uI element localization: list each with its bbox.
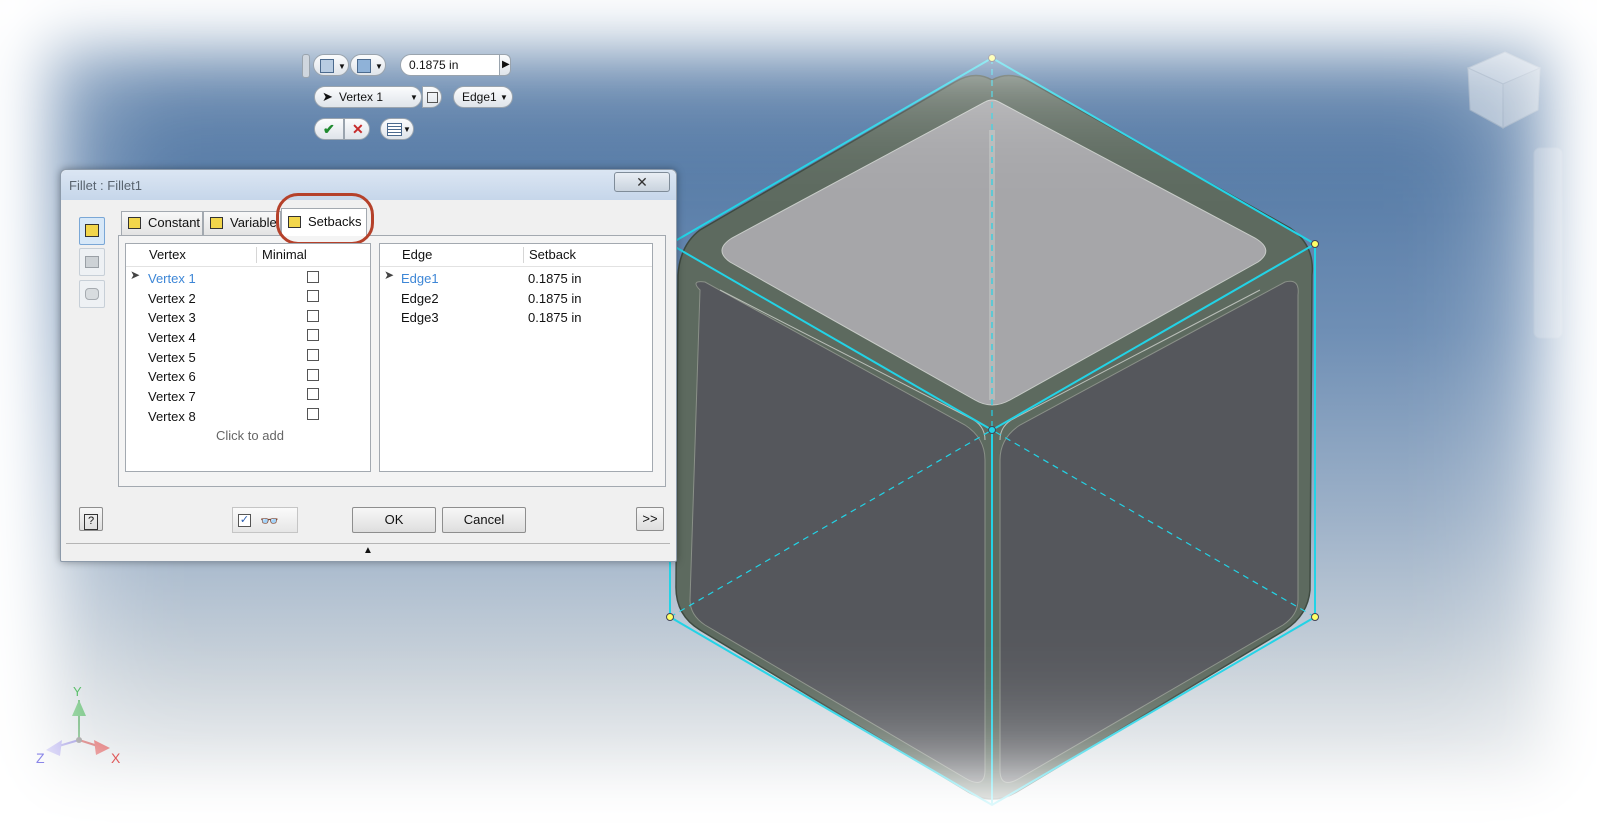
- full-round-icon: [85, 288, 99, 300]
- tab-variable[interactable]: Variable: [203, 211, 281, 235]
- vertex-column-header[interactable]: Vertex: [149, 244, 186, 266]
- row-pointer-icon: ➤: [384, 268, 395, 282]
- minimal-checkbox-2[interactable]: [307, 290, 319, 302]
- ok-button-label: OK: [384, 512, 404, 527]
- toolbar-grip[interactable]: [302, 54, 310, 78]
- help-icon: ?: [84, 514, 98, 530]
- edge-row-3[interactable]: Edge3: [401, 310, 439, 326]
- setback-value-1[interactable]: 0.1875 in: [528, 271, 582, 287]
- edge-fillet-icon: [85, 224, 99, 237]
- preview-toggle[interactable]: ✓ 👓: [232, 507, 298, 533]
- axis-triad: [46, 700, 110, 756]
- checkmark-icon: ✔: [323, 121, 335, 137]
- cursor-icon: ➤: [322, 89, 333, 104]
- viewcube: [1466, 51, 1542, 129]
- dropdown-arrow-icon: ▼: [500, 93, 508, 102]
- axis-label-x: X: [111, 750, 121, 766]
- setback-column-header[interactable]: Setback: [529, 244, 576, 266]
- vertex-table[interactable]: Vertex Minimal ➤ Vertex 1 Vertex 2 Verte…: [125, 243, 371, 472]
- checkbox-icon: [427, 92, 438, 103]
- radius-value-text: 0.1875 in: [409, 58, 459, 72]
- cancel-button[interactable]: Cancel: [442, 507, 526, 533]
- setback-value-2[interactable]: 0.1875 in: [528, 291, 582, 307]
- dialog-titlebar[interactable]: Fillet : Fillet1 ✕: [61, 170, 676, 200]
- dialog-expand-bar[interactable]: ▲: [66, 543, 670, 558]
- mini-toolbar: ▼ ▼ 0.1875 in ▶ ➤ Vertex 1 ▼ Edge1 ▼ ✔ ✕…: [300, 52, 520, 144]
- solid-icon: [320, 59, 334, 73]
- minimal-checkbox-3[interactable]: [307, 310, 319, 322]
- edge-row-2[interactable]: Edge2: [401, 291, 439, 307]
- radius-value-input[interactable]: 0.1875 in: [400, 54, 500, 76]
- more-options-button[interactable]: >>: [636, 507, 664, 531]
- row-pointer-icon: ➤: [130, 268, 141, 282]
- minimal-checkbox-5[interactable]: [307, 349, 319, 361]
- navigation-bar: [1533, 147, 1563, 339]
- cancel-x-button[interactable]: ✕: [344, 118, 370, 140]
- tab-variable-label: Variable: [230, 215, 277, 230]
- vertex-select-dropdown[interactable]: ➤ Vertex 1 ▼: [314, 86, 422, 108]
- setbacks-tab-highlight-ring: [276, 193, 374, 245]
- tab-constant-label: Constant: [148, 215, 201, 230]
- face-fillet-mode-button[interactable]: [79, 248, 105, 276]
- more-options-label: >>: [642, 511, 658, 526]
- close-button[interactable]: ✕: [614, 172, 670, 192]
- vertex-row-5[interactable]: Vertex 5: [148, 350, 196, 366]
- ok-button[interactable]: OK: [352, 507, 436, 533]
- solid-select-button[interactable]: ▼: [313, 54, 349, 76]
- full-round-fillet-mode-button[interactable]: [79, 280, 105, 308]
- edge-row-1[interactable]: Edge1: [401, 271, 439, 287]
- minimal-checkbox-6[interactable]: [307, 369, 319, 381]
- expand-arrow-icon: ▲: [363, 545, 373, 556]
- close-icon: ✕: [636, 174, 648, 190]
- column-divider: [256, 247, 257, 263]
- edge-column-header[interactable]: Edge: [402, 244, 432, 266]
- preview-checkbox[interactable]: ✓: [238, 514, 251, 527]
- vertex-row-7[interactable]: Vertex 7: [148, 389, 196, 405]
- face-icon: [357, 59, 371, 73]
- cancel-button-label: Cancel: [463, 512, 505, 527]
- minimal-checkbox-7[interactable]: [307, 388, 319, 400]
- play-arrow-icon: ▶: [502, 59, 510, 70]
- x-icon: ✕: [352, 121, 364, 137]
- dropdown-arrow-icon: ▼: [410, 93, 418, 102]
- vertex-row-4[interactable]: Vertex 4: [148, 330, 196, 346]
- dropdown-arrow-icon: ▼: [403, 125, 411, 134]
- help-button[interactable]: ?: [79, 507, 103, 531]
- apply-ok-button[interactable]: ✔: [314, 118, 344, 140]
- face-fillet-icon: [85, 256, 99, 268]
- dropdown-arrow-icon: ▼: [375, 62, 383, 71]
- tab-constant[interactable]: Constant: [121, 211, 203, 235]
- axis-label-y: Y: [73, 684, 82, 699]
- vertex-minimal-toggle[interactable]: [422, 86, 442, 108]
- vertex-row-1[interactable]: Vertex 1: [148, 271, 196, 287]
- list-icon: [387, 123, 402, 136]
- vertex-row-3[interactable]: Vertex 3: [148, 310, 196, 326]
- vertex-row-2[interactable]: Vertex 2: [148, 291, 196, 307]
- face-select-button[interactable]: ▼: [350, 54, 386, 76]
- edge-select-dropdown[interactable]: Edge1 ▼: [453, 86, 513, 108]
- setback-value-3[interactable]: 0.1875 in: [528, 310, 582, 326]
- vertex-row-6[interactable]: Vertex 6: [148, 369, 196, 385]
- edge-table[interactable]: Edge Setback ➤ Edge1 0.1875 in Edge2 0.1…: [379, 243, 653, 472]
- minimal-checkbox-4[interactable]: [307, 329, 319, 341]
- apply-arrow-button[interactable]: ▶: [499, 54, 511, 76]
- minimal-checkbox-8[interactable]: [307, 408, 319, 420]
- options-menu-button[interactable]: ▼: [380, 118, 414, 140]
- constant-tab-icon: [128, 217, 141, 229]
- minimal-column-header[interactable]: Minimal: [262, 244, 307, 266]
- preview-glasses-icon: 👓: [260, 513, 279, 530]
- minimal-checkbox-1[interactable]: [307, 271, 319, 283]
- vertex-row-8[interactable]: Vertex 8: [148, 409, 196, 425]
- dropdown-arrow-icon: ▼: [338, 62, 346, 71]
- dialog-title: Fillet : Fillet1: [69, 178, 142, 193]
- edge-fillet-mode-button[interactable]: [79, 217, 105, 245]
- column-divider: [523, 247, 524, 263]
- axis-label-z: Z: [36, 750, 45, 766]
- edge-select-value: Edge1: [462, 90, 497, 104]
- vertex-select-value: Vertex 1: [339, 90, 384, 104]
- click-to-add-row[interactable]: Click to add: [216, 428, 284, 444]
- variable-tab-icon: [210, 217, 223, 229]
